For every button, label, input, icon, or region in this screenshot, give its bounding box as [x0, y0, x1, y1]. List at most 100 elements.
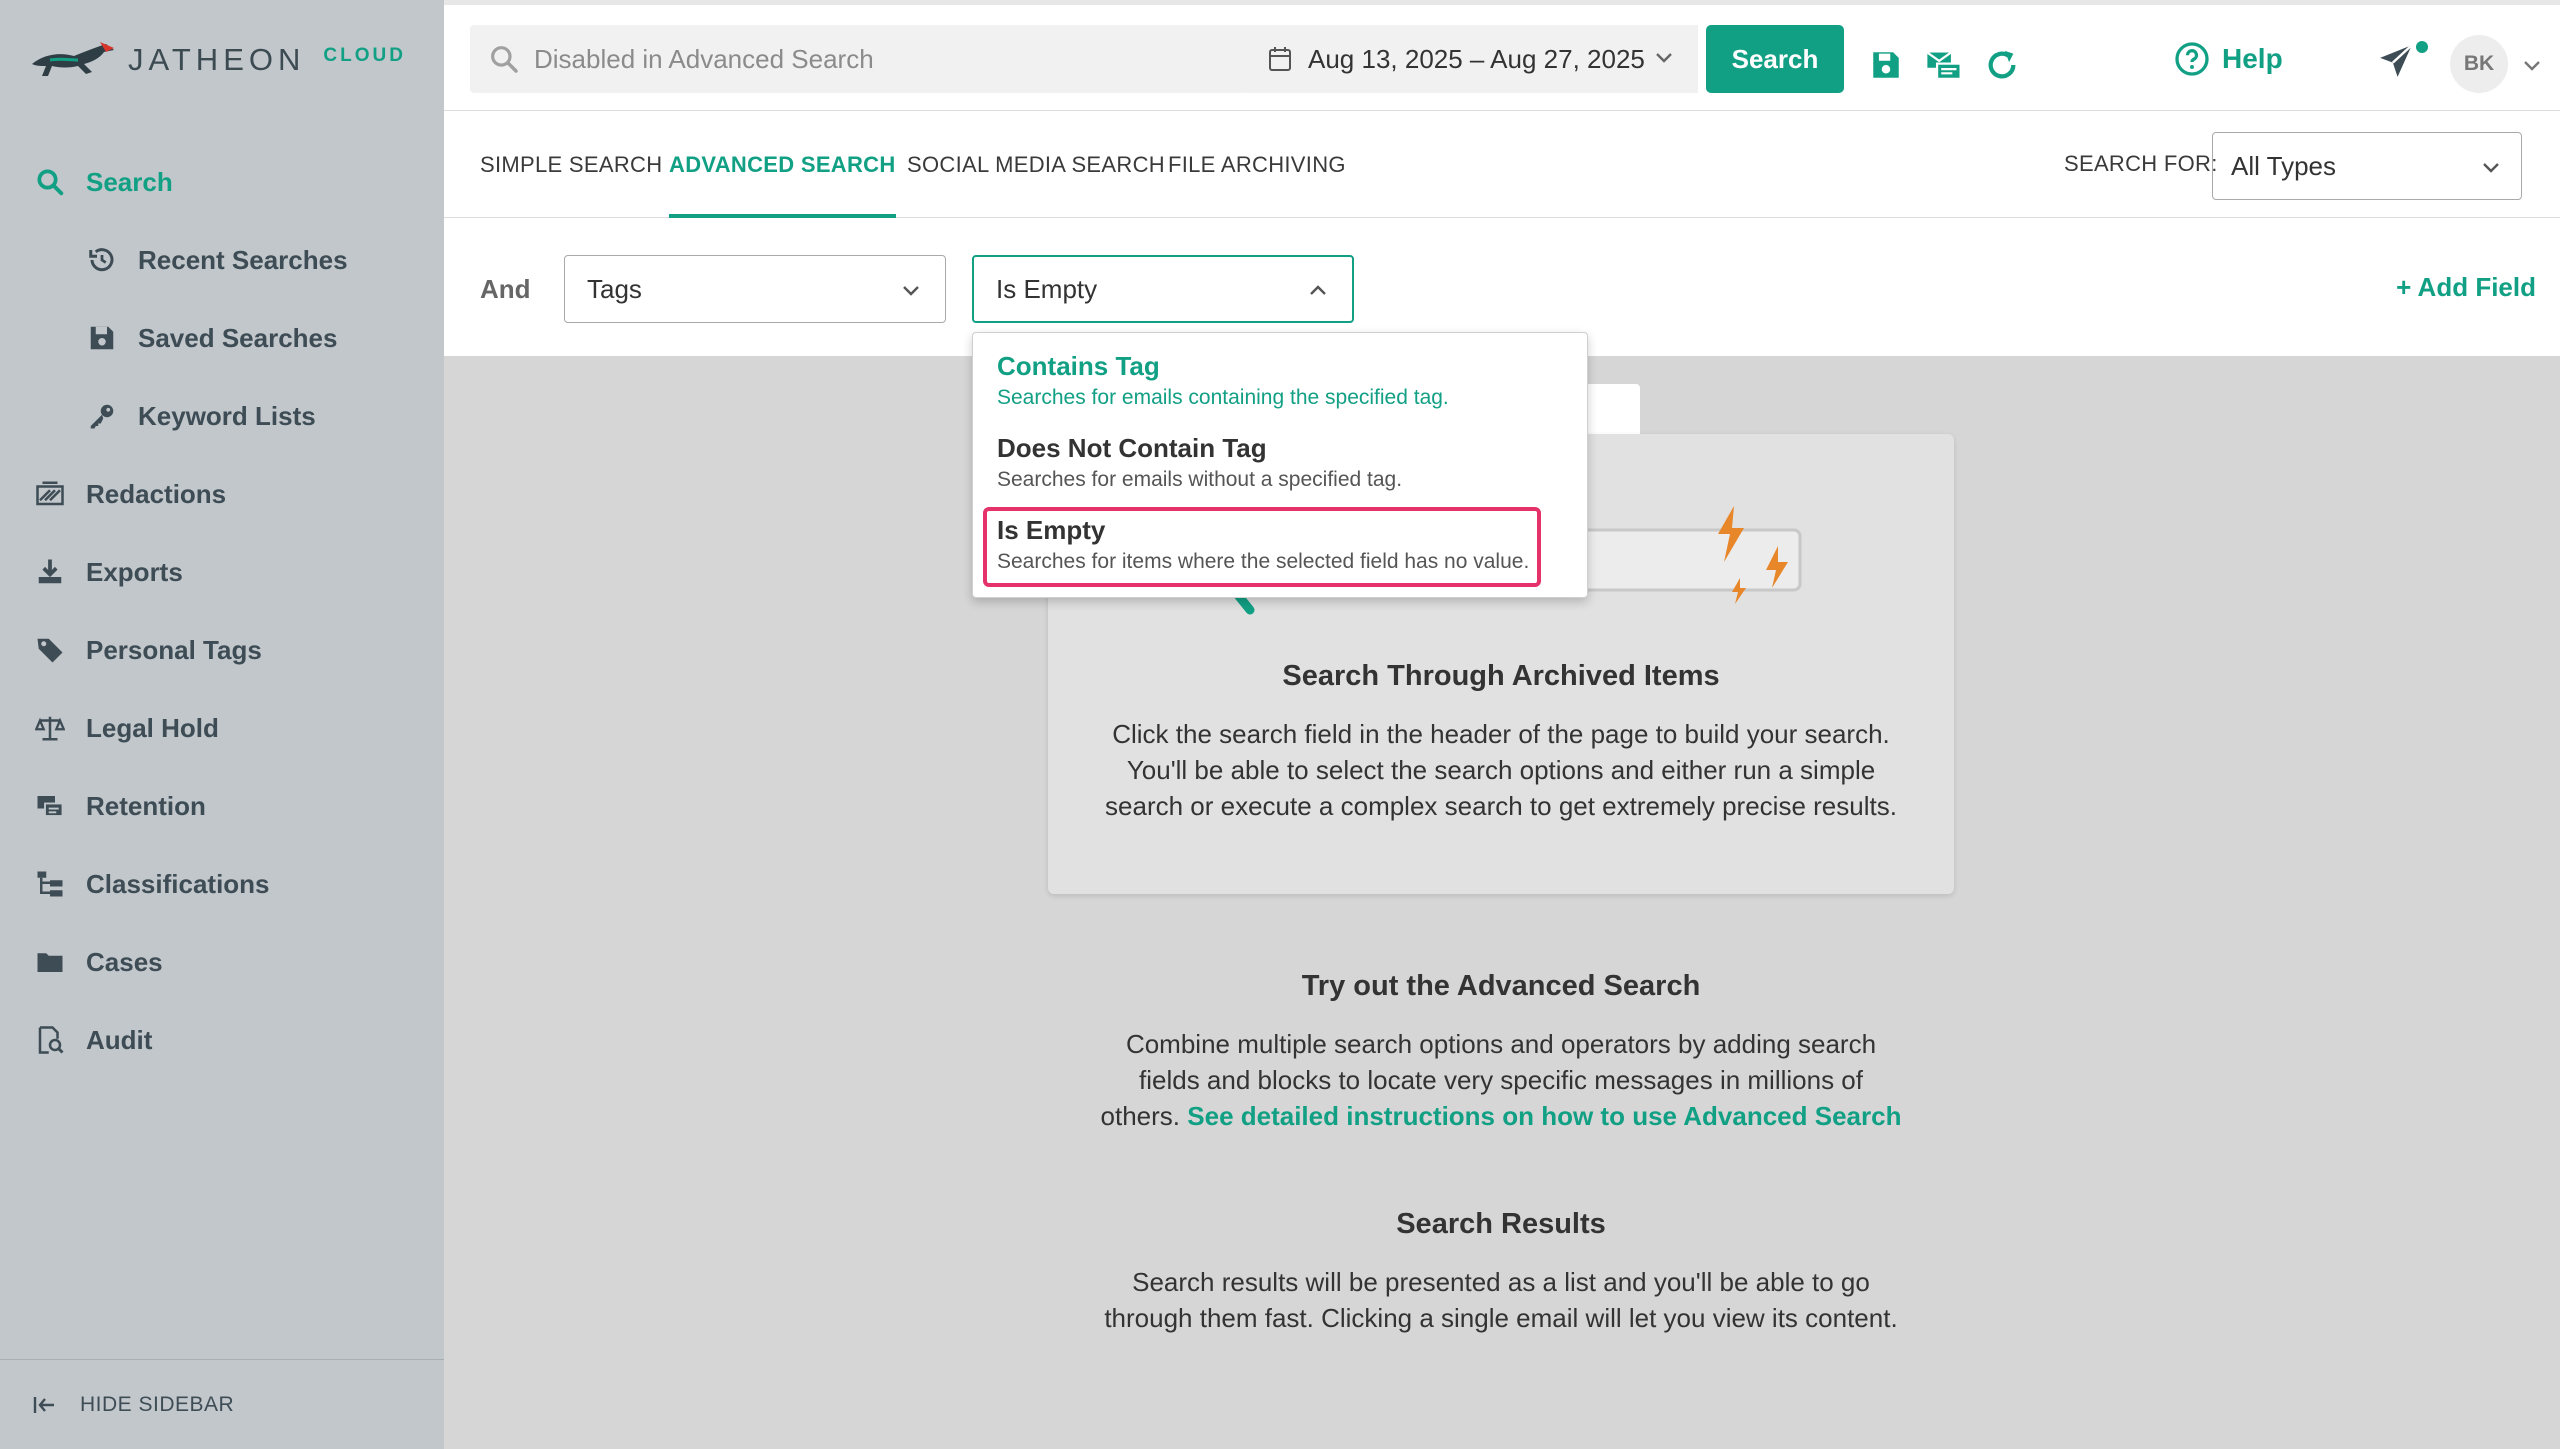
tab-file-archiving[interactable]: FILE ARCHIVING — [1168, 111, 1346, 218]
card-description: Click the search field in the header of … — [1048, 716, 1954, 824]
folder-icon — [34, 946, 66, 978]
hide-sidebar-button[interactable]: HIDE SIDEBAR — [0, 1359, 444, 1449]
sidebar-item-personal-tags[interactable]: Personal Tags — [34, 634, 262, 666]
logo-cloud: CLOUD — [323, 45, 406, 66]
card-line: You'll be able to select the search opti… — [1126, 755, 1876, 785]
field-select[interactable]: Tags — [564, 255, 946, 323]
results-line: through them fast. Clicking a single ema… — [1104, 1303, 1898, 1333]
sidebar-item-redactions[interactable]: Redactions — [34, 478, 226, 510]
results-section-title: Search Results — [1396, 1208, 1606, 1240]
lizard-logo-icon — [32, 42, 114, 76]
advanced-line: others. See detailed instructions on how… — [1040, 1098, 1962, 1134]
advanced-line-text: others. — [1100, 1101, 1181, 1131]
card-line: Click the search field in the header of … — [1112, 719, 1890, 749]
logo-text: JATHEON — [128, 42, 306, 77]
sidebar-item-label: Classifications — [86, 868, 270, 899]
advanced-line: fields and blocks to locate very specifi… — [1139, 1065, 1863, 1095]
sidebar-item-label: Search — [86, 166, 173, 197]
help-link[interactable]: Help — [2174, 41, 2283, 77]
option-contains-tag[interactable]: Contains Tag Searches for emails contain… — [997, 351, 1449, 410]
sidebar-item-search[interactable]: Search — [34, 166, 173, 198]
advanced-description: Combine multiple search options and oper… — [1040, 1026, 1962, 1134]
key-icon — [86, 400, 118, 432]
option-does-not-contain-tag[interactable]: Does Not Contain Tag Searches for emails… — [997, 433, 1402, 492]
card-line: search or execute a complex search to ge… — [1105, 791, 1897, 821]
refresh-icon[interactable] — [1982, 45, 2022, 85]
sidebar-item-label: Redactions — [86, 478, 227, 509]
audit-icon — [34, 1024, 66, 1056]
avatar[interactable]: BK — [2450, 35, 2508, 93]
hide-sidebar-label: HIDE SIDEBAR — [80, 1392, 235, 1416]
tag-icon — [34, 634, 66, 666]
sidebar-item-audit[interactable]: Audit — [34, 1024, 152, 1056]
search-type-value: All Types — [2231, 150, 2337, 181]
saved-searches-icon[interactable] — [1924, 45, 1964, 85]
selected-option-highlight — [983, 507, 1541, 587]
advanced-section-title: Try out the Advanced Search — [1301, 970, 1701, 1002]
results-line: Search results will be presented as a li… — [1132, 1267, 1870, 1297]
sidebar-item-cases[interactable]: Cases — [34, 946, 163, 978]
search-icon — [34, 166, 66, 198]
sidebar: JATHEON CLOUD Search Recent Searches Sav… — [0, 0, 444, 1449]
help-icon — [2175, 42, 2209, 76]
history-icon — [86, 244, 118, 276]
sidebar-item-legal-hold[interactable]: Legal Hold — [34, 712, 219, 744]
results-description: Search results will be presented as a li… — [1040, 1264, 1962, 1336]
download-icon — [34, 556, 66, 588]
add-field-button[interactable]: + Add Field — [2396, 272, 2536, 303]
calendar-icon — [1269, 47, 1291, 71]
chevron-down-icon[interactable] — [2520, 53, 2544, 77]
sidebar-item-classifications[interactable]: Classifications — [34, 868, 270, 900]
tab-social-media-search[interactable]: SOCIAL MEDIA SEARCH — [907, 111, 1165, 218]
date-range-picker[interactable]: Aug 13, 2025 – Aug 27, 2025 — [1248, 25, 1698, 93]
condition-select-value: Is Empty — [996, 273, 1098, 304]
sidebar-item-label: Saved Searches — [138, 322, 338, 353]
condition-select[interactable]: Is Empty — [972, 255, 1354, 323]
sidebar-item-saved-searches[interactable]: Saved Searches — [86, 322, 337, 354]
date-range-value: Aug 13, 2025 – Aug 27, 2025 — [1308, 43, 1645, 74]
sidebar-item-label: Audit — [86, 1024, 153, 1055]
sidebar-item-label: Retention — [86, 790, 206, 821]
option-description: Searches for emails without a specified … — [997, 468, 1403, 491]
scale-icon — [34, 712, 66, 744]
sidebar-item-keyword-lists[interactable]: Keyword Lists — [86, 400, 316, 432]
hierarchy-icon — [34, 868, 66, 900]
search-input[interactable]: Disabled in Advanced Search — [470, 25, 1250, 93]
sidebar-item-label: Keyword Lists — [138, 400, 316, 431]
option-title: Does Not Contain Tag — [997, 433, 1267, 463]
search-button[interactable]: Search — [1706, 25, 1844, 93]
search-for-label: SEARCH FOR: — [2064, 151, 2218, 176]
chevron-up-icon — [1310, 285, 1326, 295]
advanced-line: Combine multiple search options and oper… — [1125, 1029, 1877, 1059]
advanced-instructions-link[interactable]: See detailed instructions on how to use … — [1187, 1101, 1901, 1131]
save-icon — [86, 322, 118, 354]
search-tabs: SIMPLE SEARCH ADVANCED SEARCH SOCIAL MED… — [444, 111, 2560, 218]
field-select-value: Tags — [587, 273, 642, 304]
help-label: Help — [2222, 43, 2283, 74]
header: Disabled in Advanced Search Aug 13, 2025… — [444, 0, 2560, 111]
search-type-select[interactable]: All Types — [2212, 132, 2522, 200]
operator-label[interactable]: And — [480, 274, 531, 305]
sidebar-item-exports[interactable]: Exports — [34, 556, 183, 588]
tab-advanced-search[interactable]: ADVANCED SEARCH — [669, 111, 896, 218]
chevron-down-icon — [2483, 163, 2499, 173]
sidebar-item-label: Exports — [86, 556, 183, 587]
search-placeholder: Disabled in Advanced Search — [534, 43, 874, 74]
send-icon[interactable] — [2376, 41, 2416, 81]
save-search-icon[interactable] — [1866, 45, 1906, 85]
logo[interactable]: JATHEON CLOUD — [30, 38, 406, 82]
sidebar-item-label: Cases — [86, 946, 163, 977]
retention-icon — [34, 790, 66, 822]
tab-simple-search[interactable]: SIMPLE SEARCH — [480, 111, 662, 218]
sidebar-item-recent-searches[interactable]: Recent Searches — [86, 244, 348, 276]
sidebar-item-label: Personal Tags — [86, 634, 262, 665]
sidebar-item-retention[interactable]: Retention — [34, 790, 206, 822]
card-title: Search Through Archived Items — [1282, 660, 1720, 692]
option-description: Searches for emails containing the speci… — [997, 386, 1449, 409]
option-title: Contains Tag — [997, 351, 1160, 381]
sidebar-item-label: Recent Searches — [138, 244, 348, 275]
sidebar-item-label: Legal Hold — [86, 712, 219, 743]
search-icon — [491, 46, 518, 73]
redaction-icon — [34, 478, 66, 510]
condition-dropdown-menu: Contains Tag Searches for emails contain… — [972, 332, 1588, 598]
